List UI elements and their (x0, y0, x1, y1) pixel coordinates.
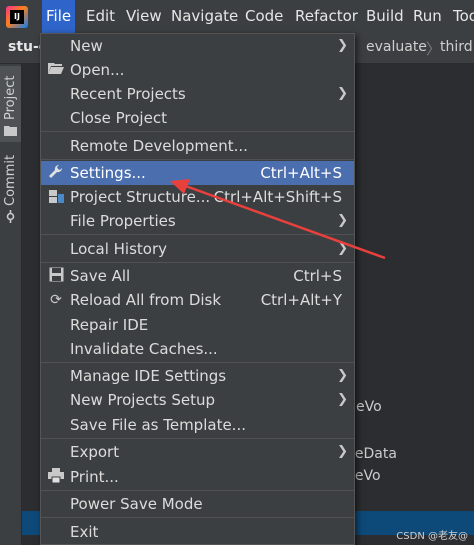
menu-item-shortcut: Ctrl+Alt+Y (260, 291, 342, 309)
submenu-arrow-icon: ❯ (337, 392, 348, 407)
menu-item-local-history[interactable]: Local History ❯ (41, 237, 354, 261)
open-folder-icon (47, 61, 65, 79)
menu-item-label: New Projects Setup (70, 391, 216, 409)
menu-item-label: File Properties (70, 212, 176, 230)
menu-item-print[interactable]: Print... (41, 465, 354, 489)
menu-separator (41, 262, 354, 263)
menu-separator (41, 517, 354, 518)
menu-separator (41, 362, 354, 363)
menu-separator (41, 490, 354, 491)
menu-item-new-projects-setup[interactable]: New Projects Setup ❯ (41, 388, 354, 412)
submenu-arrow-icon: ❯ (337, 213, 348, 228)
menu-item-label: Settings... (70, 164, 146, 182)
submenu-arrow-icon: ❯ (337, 368, 348, 383)
menu-item-recent-projects[interactable]: Recent Projects ❯ (41, 82, 354, 106)
menu-item-label: Repair IDE (70, 316, 149, 334)
menu-item-label: Local History (70, 240, 168, 258)
menu-item-settings[interactable]: Settings... Ctrl+Alt+S (41, 161, 354, 185)
menu-item-shortcut: Ctrl+S (293, 267, 342, 285)
menu-item-close-project[interactable]: Close Project (41, 106, 354, 130)
breadcrumb-evaluate[interactable]: evaluate (366, 39, 427, 55)
menu-item-label: Remote Development... (70, 137, 248, 155)
menu-item-shortcut: Ctrl+Alt+S (260, 164, 342, 182)
menu-item-reload[interactable]: ⟳ Reload All from Disk Ctrl+Alt+Y (41, 288, 354, 312)
menu-file[interactable]: File (42, 0, 76, 33)
reload-icon: ⟳ (50, 292, 62, 308)
breadcrumb-third[interactable]: third (440, 39, 473, 55)
menu-edit[interactable]: Edit (82, 0, 119, 33)
menu-item-manage-ide-settings[interactable]: Manage IDE Settings ❯ (41, 364, 354, 388)
menu-run[interactable]: Run (409, 0, 446, 33)
menu-code[interactable]: Code (241, 0, 287, 33)
menu-item-label: Recent Projects (70, 85, 186, 103)
project-tab-label: Project (3, 75, 18, 120)
menu-build[interactable]: Build (362, 0, 408, 33)
submenu-arrow-icon: ❯ (337, 444, 348, 459)
menu-refactor[interactable]: Refactor (291, 0, 362, 33)
menu-item-label: Print... (70, 468, 119, 486)
menu-item-shortcut: Ctrl+Alt+Shift+S (213, 188, 342, 206)
intellij-logo-icon: IJ (6, 6, 28, 28)
menu-item-save-all[interactable]: Save All Ctrl+S (41, 264, 354, 288)
commit-icon (6, 210, 15, 223)
folder-icon (4, 126, 17, 136)
menu-item-label: Save File as Template... (70, 416, 246, 434)
menu-separator (41, 159, 354, 160)
menu-separator (41, 131, 354, 132)
menu-tools[interactable]: Too (449, 0, 474, 33)
submenu-arrow-icon: ❯ (337, 241, 348, 256)
menu-navigate[interactable]: Navigate (167, 0, 242, 33)
menu-item-label: New (70, 37, 103, 55)
menu-item-export[interactable]: Export ❯ (41, 440, 354, 464)
menu-item-save-file-as-template[interactable]: Save File as Template... (41, 413, 354, 437)
menu-item-label: Manage IDE Settings (70, 367, 227, 385)
menu-separator (41, 234, 354, 235)
menu-item-project-structure[interactable]: Project Structure... Ctrl+Alt+Shift+S (41, 185, 354, 209)
menu-item-label: Open... (70, 61, 125, 79)
editor-text-line: eVo (356, 399, 382, 415)
menu-item-repair-ide[interactable]: Repair IDE (41, 313, 354, 337)
menu-item-label: Invalidate Caches... (70, 340, 218, 358)
menu-item-label: Save All (70, 267, 131, 285)
menu-item-power-save-mode[interactable]: Power Save Mode (41, 492, 354, 516)
watermark-text: CSDN @老友@ (396, 531, 468, 542)
menu-item-remote-development[interactable]: Remote Development... (41, 134, 354, 158)
submenu-arrow-icon: ❯ (337, 38, 348, 53)
project-structure-icon (47, 188, 65, 206)
menu-item-label: Reload All from Disk (70, 291, 222, 309)
menu-item-exit[interactable]: Exit (41, 520, 354, 544)
menu-view[interactable]: View (122, 0, 166, 33)
save-icon (47, 267, 65, 285)
menu-item-file-properties[interactable]: File Properties ❯ (41, 209, 354, 233)
tool-tab-commit[interactable]: Commit (0, 154, 21, 224)
left-tool-strip: Project Commit (0, 64, 22, 545)
commit-tab-label: Commit (3, 154, 18, 206)
menu-item-invalidate-caches[interactable]: Invalidate Caches... (41, 337, 354, 361)
menu-item-label: Close Project (70, 109, 167, 127)
menu-item-label: Export (70, 443, 120, 461)
wrench-icon (47, 164, 65, 182)
menu-item-open[interactable]: Open... (41, 58, 354, 82)
main-menu-bar: IJ File Edit View Navigate Code Refactor… (0, 0, 474, 34)
submenu-arrow-icon: ❯ (337, 86, 348, 101)
file-menu-dropdown: New ❯ Open... Recent Projects ❯ Close Pr… (40, 33, 355, 545)
menu-item-label: Exit (70, 523, 99, 541)
breadcrumb-separator-icon: 〉 (426, 40, 442, 58)
menu-item-label: Project Structure... (70, 188, 211, 206)
printer-icon (47, 468, 65, 486)
menu-item-new[interactable]: New ❯ (41, 34, 354, 58)
tool-tab-project[interactable]: Project (0, 66, 21, 142)
menu-item-label: Power Save Mode (70, 495, 203, 513)
menu-separator (41, 438, 354, 439)
